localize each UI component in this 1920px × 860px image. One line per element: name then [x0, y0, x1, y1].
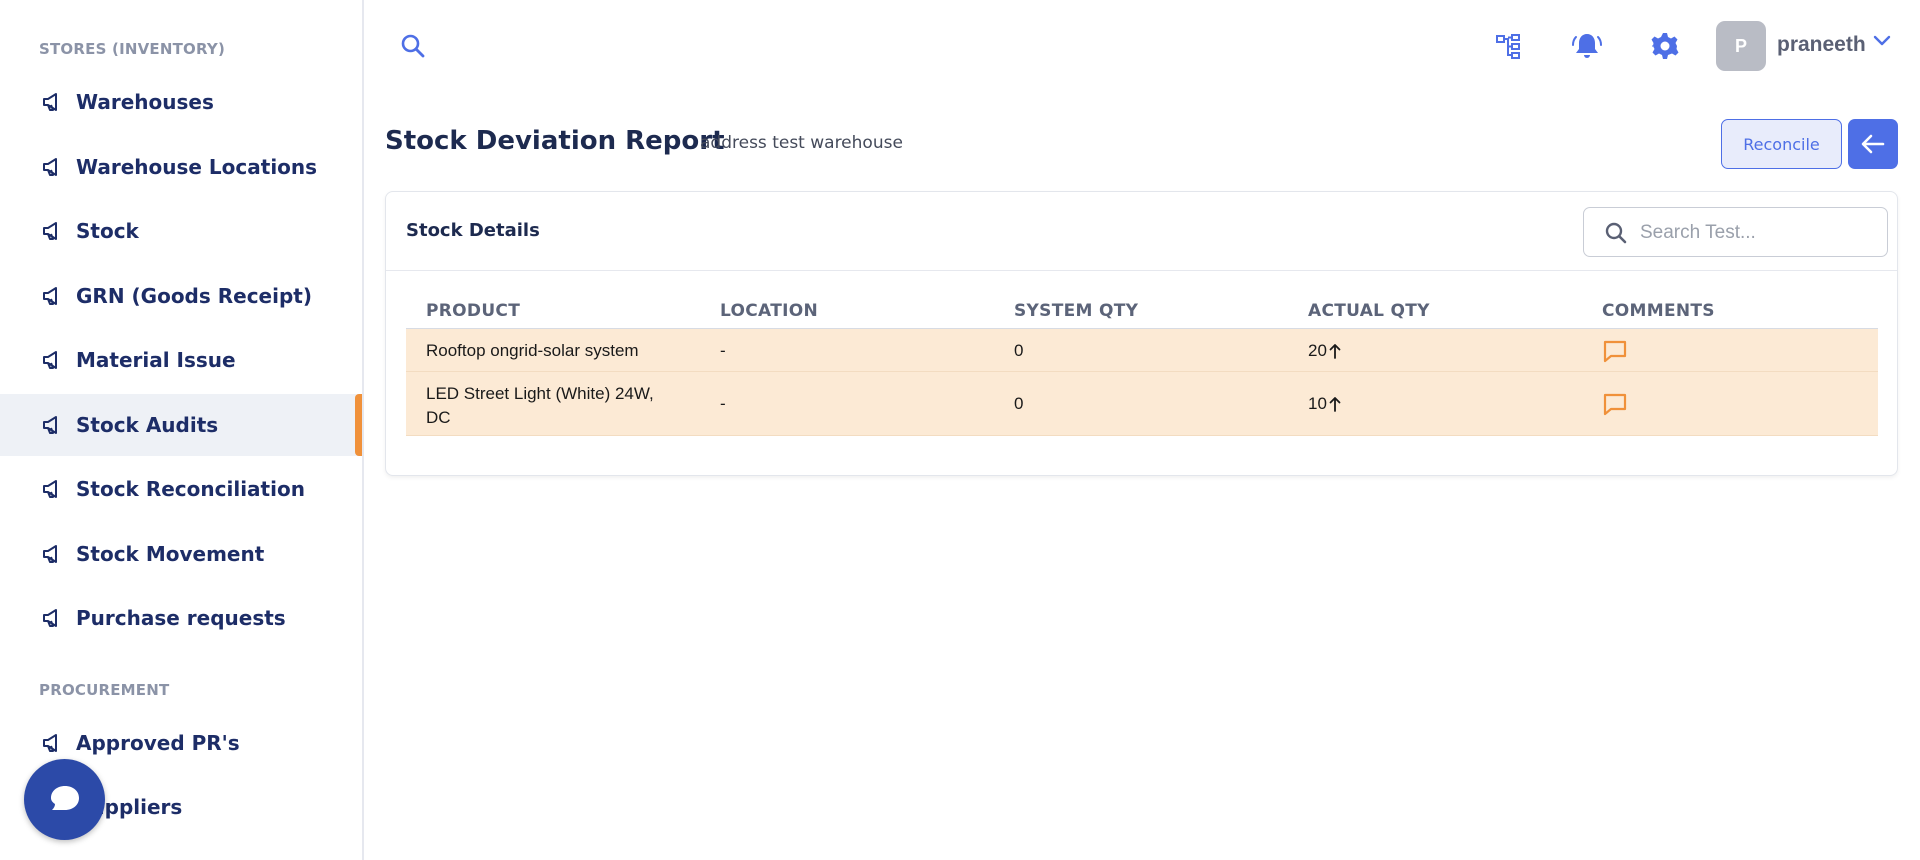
org-chart-icon[interactable] — [1494, 31, 1524, 61]
back-button[interactable] — [1848, 119, 1898, 169]
arrow-up-icon — [1329, 397, 1341, 412]
comment-icon[interactable] — [1602, 392, 1628, 416]
cell-product: Rooftop ongrid-solar system — [426, 341, 639, 360]
megaphone-icon — [43, 545, 57, 563]
chevron-down-icon[interactable] — [1872, 34, 1892, 48]
megaphone-icon — [43, 158, 57, 176]
avatar[interactable]: P — [1716, 21, 1766, 71]
table-row[interactable]: LED Street Light (White) 24W, DC - 0 10 — [406, 372, 1878, 436]
sidebar-item-warehouses[interactable]: Warehouses — [0, 71, 362, 133]
comment-icon[interactable] — [1602, 339, 1628, 363]
column-header-system-qty: SYSTEM QTY — [1014, 301, 1139, 321]
sidebar-item-label: Warehouse Locations — [76, 155, 318, 179]
cell-location: - — [720, 341, 726, 360]
section-title-stores: STORES (INVENTORY) — [39, 40, 226, 58]
sidebar-item-stock-audits[interactable]: Stock Audits — [0, 394, 362, 456]
sidebar-item-label: Stock — [76, 219, 139, 243]
bell-icon[interactable] — [1572, 31, 1602, 61]
megaphone-icon — [43, 93, 57, 111]
sidebar-item-warehouse-locations[interactable]: Warehouse Locations — [0, 136, 362, 198]
stock-details-card: Stock Details PRODUCT LOCATION SYSTEM QT… — [385, 191, 1898, 476]
cell-location: - — [720, 394, 726, 413]
megaphone-icon — [43, 609, 57, 627]
sidebar: STORES (INVENTORY) Warehouses Warehouse … — [0, 0, 364, 860]
table-header-row: PRODUCT LOCATION SYSTEM QTY ACTUAL QTY C… — [406, 291, 1878, 329]
megaphone-icon — [43, 734, 57, 752]
user-name[interactable]: praneeth — [1777, 33, 1866, 57]
section-title-procurement: PROCUREMENT — [39, 681, 170, 699]
table-row[interactable]: Rooftop ongrid-solar system - 0 20 — [406, 329, 1878, 372]
sidebar-item-material-issue[interactable]: Material Issue — [0, 329, 362, 391]
column-header-product: PRODUCT — [426, 301, 521, 321]
megaphone-icon — [43, 287, 57, 305]
arrow-left-icon — [1861, 134, 1885, 154]
sidebar-item-stock-movement[interactable]: Stock Movement — [0, 523, 362, 585]
search-input[interactable] — [1640, 220, 1870, 246]
cell-product: LED Street Light (White) 24W, DC — [426, 384, 654, 427]
column-header-comments: COMMENTS — [1602, 301, 1715, 321]
cell-system-qty: 0 — [1014, 341, 1024, 360]
sidebar-item-label: GRN (Goods Receipt) — [76, 284, 312, 308]
sidebar-item-label: Stock Reconciliation — [76, 477, 305, 501]
sidebar-item-label: Stock Movement — [76, 542, 265, 566]
actual-qty-value: 20 — [1308, 341, 1327, 360]
search-icon[interactable] — [400, 33, 426, 59]
cell-actual-qty: 20 — [1308, 341, 1341, 361]
sidebar-item-stock[interactable]: Stock — [0, 200, 362, 262]
megaphone-icon — [43, 416, 57, 434]
sidebar-item-label: Purchase requests — [76, 606, 286, 630]
divider — [386, 270, 1897, 271]
reconcile-button[interactable]: Reconcile — [1721, 119, 1842, 169]
actual-qty-value: 10 — [1308, 394, 1327, 413]
chat-button[interactable] — [24, 759, 105, 840]
gear-icon[interactable] — [1650, 31, 1680, 61]
sidebar-item-purchase-requests[interactable]: Purchase requests — [0, 587, 362, 649]
page-subtitle: address test warehouse — [700, 133, 903, 153]
card-title: Stock Details — [406, 220, 540, 241]
arrow-up-icon — [1329, 344, 1341, 359]
search-icon — [1605, 222, 1627, 244]
sidebar-item-label: Warehouses — [76, 90, 214, 114]
megaphone-icon — [43, 480, 57, 498]
sidebar-item-label: Stock Audits — [76, 413, 219, 437]
sidebar-item-label: Material Issue — [76, 348, 236, 372]
page-title: Stock Deviation Report — [385, 126, 725, 156]
column-header-actual-qty: ACTUAL QTY — [1308, 301, 1430, 321]
column-header-location: LOCATION — [720, 301, 818, 321]
sidebar-item-label: Approved PR's — [76, 731, 240, 755]
cell-actual-qty: 10 — [1308, 394, 1341, 414]
cell-system-qty: 0 — [1014, 394, 1024, 413]
sidebar-item-stock-reconciliation[interactable]: Stock Reconciliation — [0, 458, 362, 520]
sidebar-item-grn[interactable]: GRN (Goods Receipt) — [0, 265, 362, 327]
stock-table: PRODUCT LOCATION SYSTEM QTY ACTUAL QTY C… — [406, 291, 1878, 436]
search-box[interactable] — [1583, 207, 1888, 257]
megaphone-icon — [43, 222, 57, 240]
chat-bubble-icon — [50, 785, 79, 810]
megaphone-icon — [43, 351, 57, 369]
